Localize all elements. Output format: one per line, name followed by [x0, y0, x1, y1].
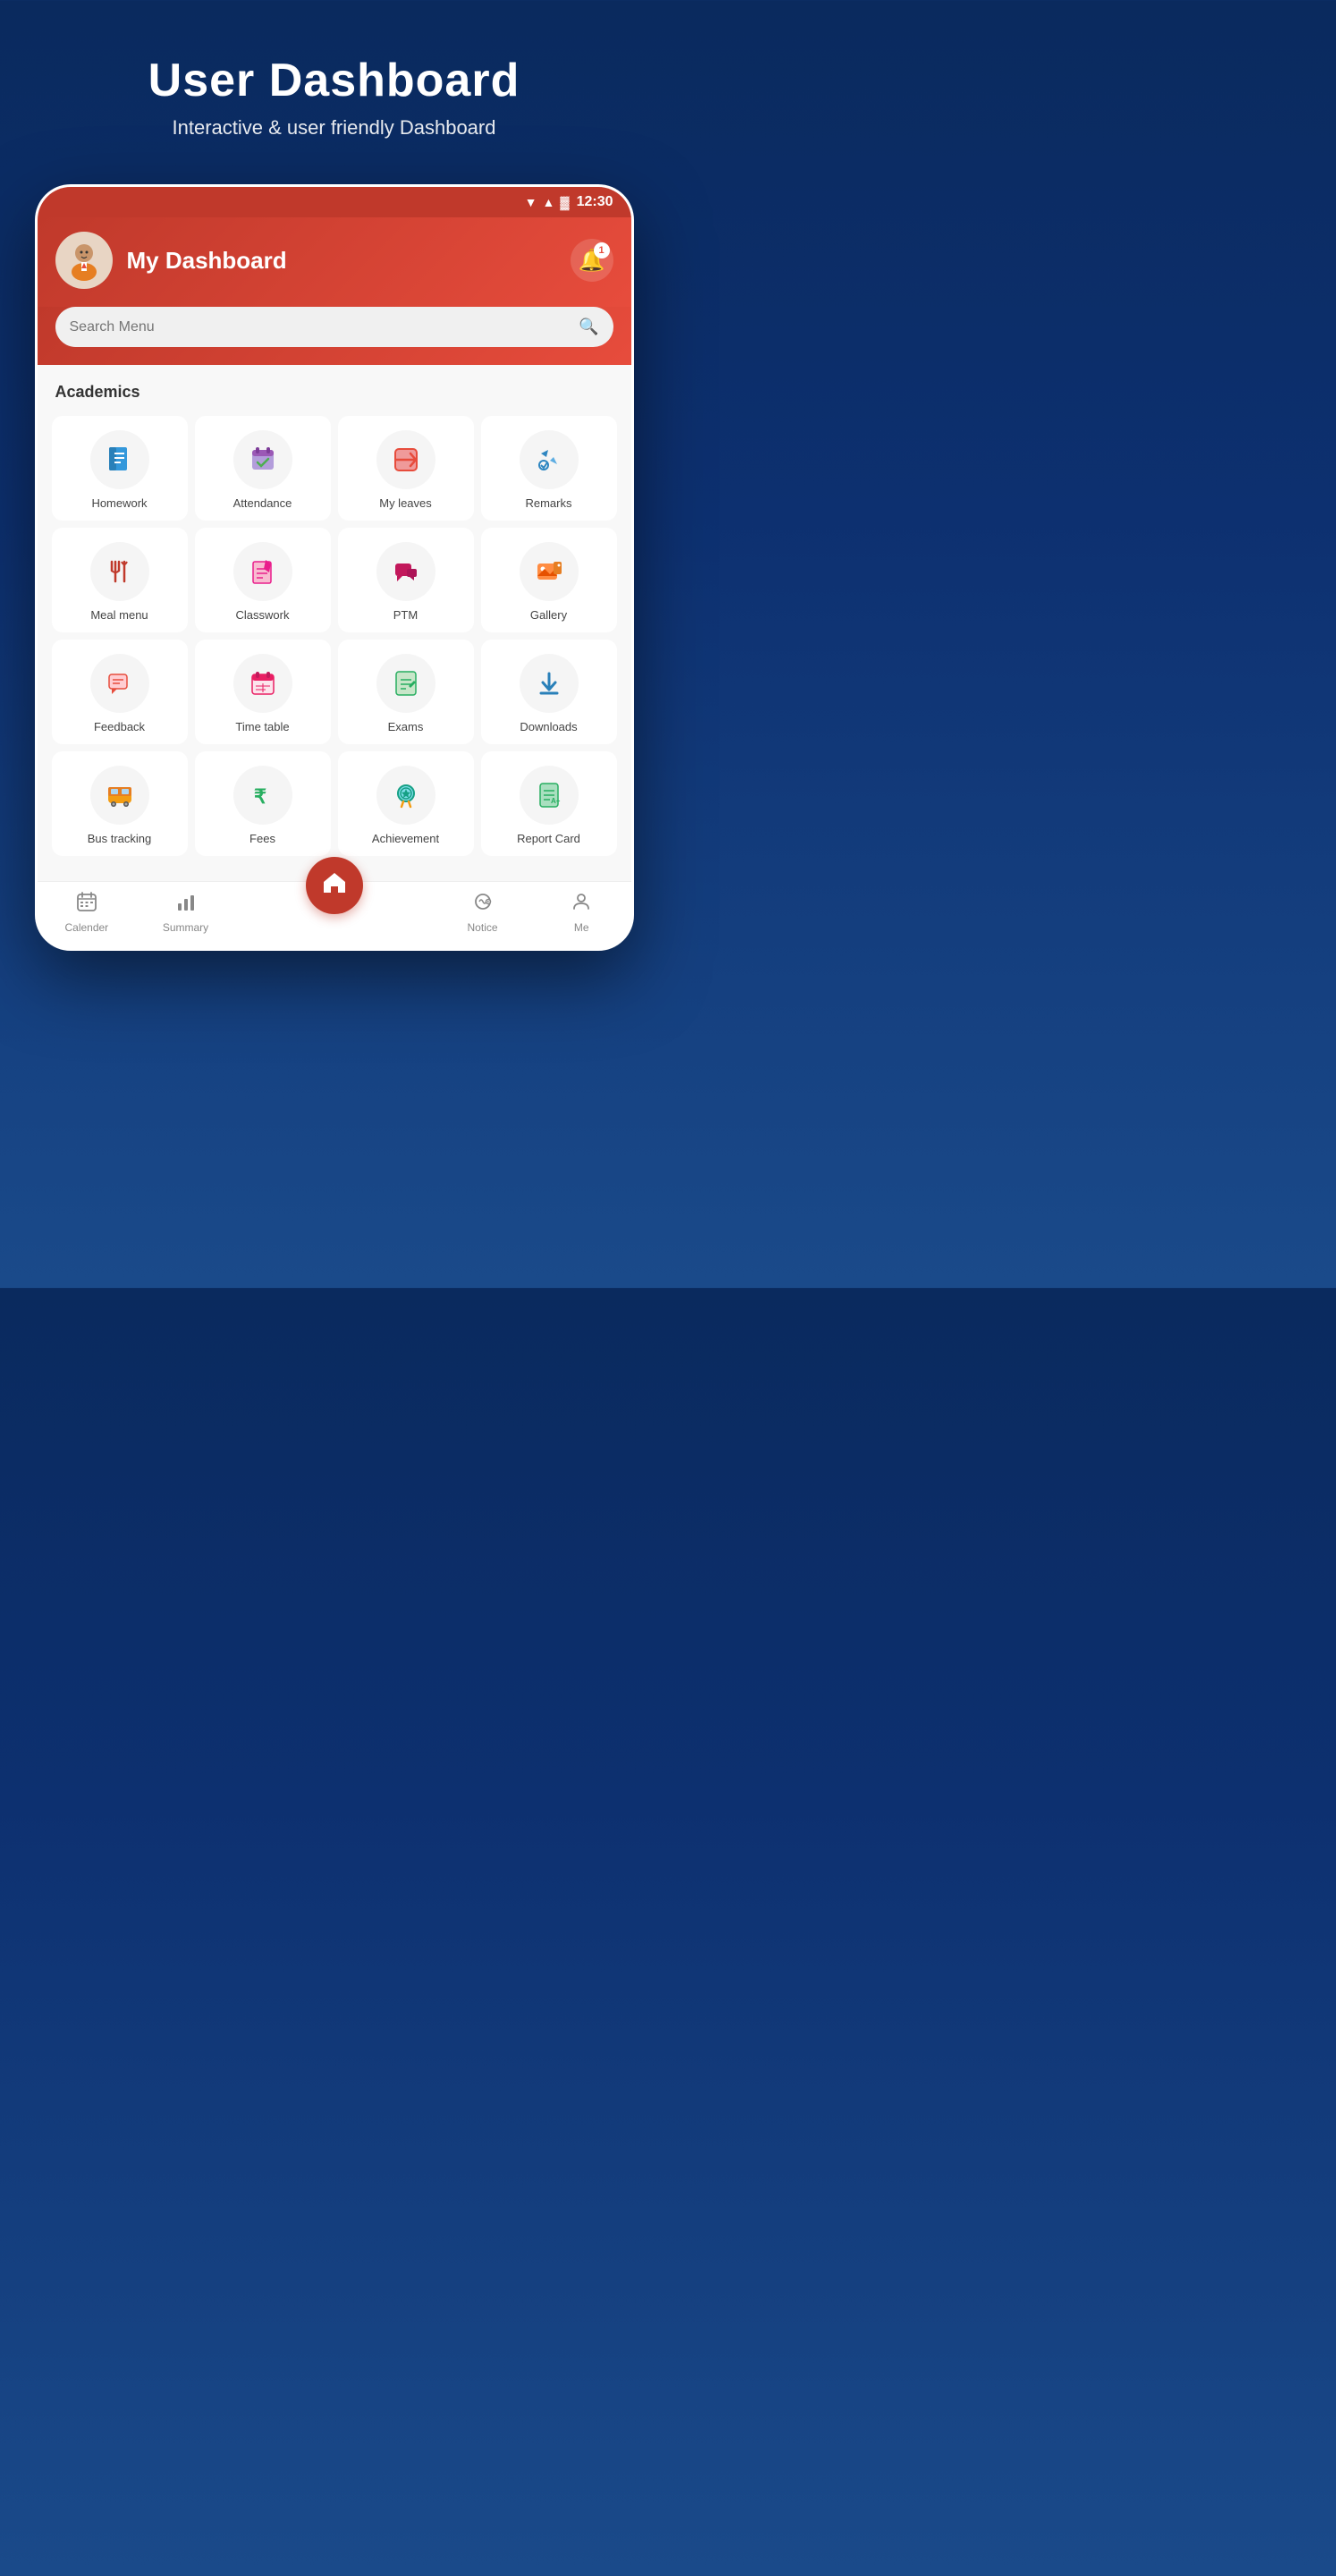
ptm-icon-circle: [376, 542, 435, 601]
battery-icon: ▓: [560, 195, 569, 209]
ptm-label: PTM: [393, 608, 418, 622]
bus-tracking-icon-circle: [90, 766, 149, 825]
section-title: Academics: [52, 383, 617, 402]
report-card-label: Report Card: [517, 832, 580, 845]
remarks-label: Remarks: [525, 496, 571, 510]
summary-nav-label: Summary: [163, 921, 208, 934]
my-leaves-icon-circle: [376, 430, 435, 489]
signal-icon: ▲: [543, 195, 555, 209]
fees-icon-circle: ₹: [233, 766, 292, 825]
app-header: My Dashboard 🔔 1: [38, 217, 631, 307]
menu-grid-row2: Meal menu Classwork: [52, 528, 617, 632]
phone-frame: ▼ ▲ ▓ 12:30: [35, 184, 634, 951]
menu-item-meal-menu[interactable]: Meal menu: [52, 528, 188, 632]
menu-item-feedback[interactable]: Feedback: [52, 640, 188, 744]
me-icon: [571, 891, 592, 918]
fees-label: Fees: [249, 832, 275, 845]
search-icon: 🔍: [579, 318, 598, 336]
search-bar[interactable]: 🔍: [55, 307, 613, 347]
menu-grid-row3: Feedback Time table: [52, 640, 617, 744]
menu-item-classwork[interactable]: Classwork: [195, 528, 331, 632]
menu-item-attendance[interactable]: Attendance: [195, 416, 331, 521]
nav-item-me[interactable]: Me: [532, 891, 631, 934]
menu-item-achievement[interactable]: Achievement: [338, 751, 474, 856]
attendance-label: Attendance: [233, 496, 292, 510]
menu-item-remarks[interactable]: Remarks: [481, 416, 617, 521]
header-left: My Dashboard: [55, 232, 287, 289]
achievement-icon-circle: [376, 766, 435, 825]
menu-item-report-card[interactable]: A+ Report Card: [481, 751, 617, 856]
menu-item-gallery[interactable]: Gallery: [481, 528, 617, 632]
calendar-nav-label: Calender: [64, 921, 108, 934]
remarks-icon-circle: [520, 430, 579, 489]
search-container: 🔍: [38, 307, 631, 365]
menu-item-time-table[interactable]: Time table: [195, 640, 331, 744]
menu-item-downloads[interactable]: Downloads: [481, 640, 617, 744]
my-leaves-label: My leaves: [379, 496, 432, 510]
menu-item-homework[interactable]: Homework: [52, 416, 188, 521]
page-header: User Dashboard Interactive & user friend…: [131, 0, 538, 166]
bottom-nav: Calender Summary: [38, 881, 631, 948]
me-nav-label: Me: [574, 921, 589, 934]
notice-icon: [472, 891, 494, 918]
classwork-icon-circle: [233, 542, 292, 601]
meal-menu-icon-circle: [90, 542, 149, 601]
downloads-label: Downloads: [520, 720, 577, 733]
notice-nav-label: Notice: [468, 921, 498, 934]
wifi-icon: ▼: [525, 195, 537, 209]
attendance-icon-circle: [233, 430, 292, 489]
calendar-icon: [76, 891, 97, 918]
notification-button[interactable]: 🔔 1: [571, 239, 613, 282]
gallery-icon-circle: [520, 542, 579, 601]
menu-grid-row1: Homework Attendance: [52, 416, 617, 521]
search-input[interactable]: [70, 319, 571, 335]
exams-icon-circle: [376, 654, 435, 713]
time-table-label: Time table: [235, 720, 289, 733]
meal-menu-label: Meal menu: [90, 608, 148, 622]
summary-icon: [175, 891, 197, 918]
page-subtitle: Interactive & user friendly Dashboard: [148, 116, 520, 140]
menu-item-my-leaves[interactable]: My leaves: [338, 416, 474, 521]
gallery-label: Gallery: [530, 608, 567, 622]
menu-item-exams[interactable]: Exams: [338, 640, 474, 744]
menu-item-ptm[interactable]: PTM: [338, 528, 474, 632]
homework-label: Homework: [91, 496, 147, 510]
bus-tracking-label: Bus tracking: [88, 832, 152, 845]
avatar[interactable]: [55, 232, 113, 289]
status-icons: ▼ ▲ ▓: [525, 195, 570, 209]
nav-item-notice[interactable]: Notice: [433, 891, 532, 934]
notification-badge: 1: [594, 242, 610, 258]
homework-icon-circle: [90, 430, 149, 489]
feedback-label: Feedback: [94, 720, 145, 733]
report-card-icon-circle: A+: [520, 766, 579, 825]
svg-text:₹: ₹: [254, 785, 266, 808]
header-title: My Dashboard: [127, 247, 287, 275]
classwork-label: Classwork: [236, 608, 290, 622]
menu-item-fees[interactable]: ₹ Fees: [195, 751, 331, 856]
achievement-label: Achievement: [372, 832, 439, 845]
home-fab-button[interactable]: [306, 857, 363, 914]
time-table-icon-circle: [233, 654, 292, 713]
home-icon: [321, 869, 348, 902]
feedback-icon-circle: [90, 654, 149, 713]
svg-text:A+: A+: [551, 797, 561, 805]
exams-label: Exams: [388, 720, 424, 733]
status-bar: ▼ ▲ ▓ 12:30: [38, 187, 631, 217]
nav-item-summary[interactable]: Summary: [136, 891, 235, 934]
nav-item-calendar[interactable]: Calender: [38, 891, 137, 934]
status-time: 12:30: [577, 194, 613, 210]
downloads-icon-circle: [520, 654, 579, 713]
main-content: Academics Homework: [38, 365, 631, 881]
menu-grid-row4: Bus tracking ₹ Fees: [52, 751, 617, 856]
menu-item-bus-tracking[interactable]: Bus tracking: [52, 751, 188, 856]
page-title: User Dashboard: [148, 54, 520, 107]
